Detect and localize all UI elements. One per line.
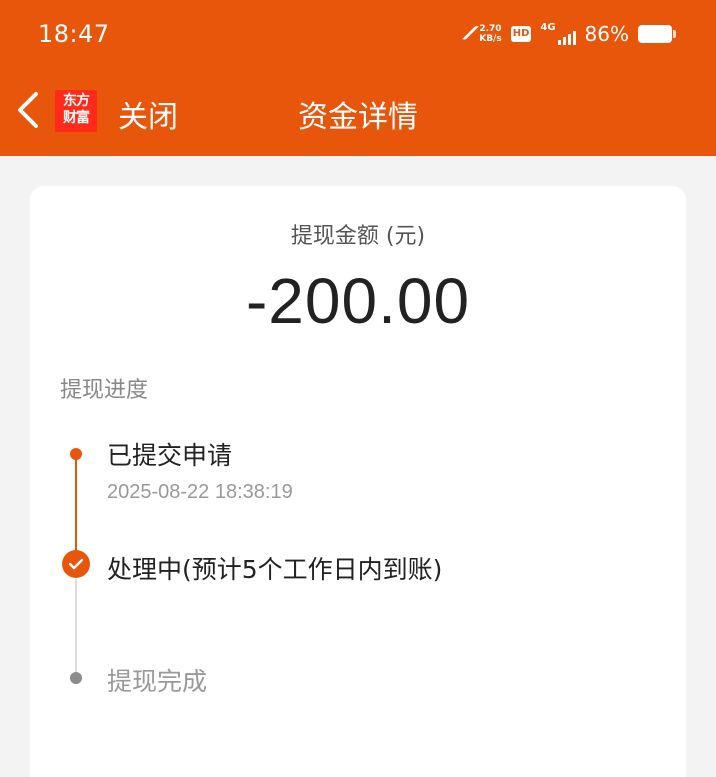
app-header: 18:47 ⁄⁄⁄ 2.70 KB/s HD 4G 86% 东方 财富 关闭 资… <box>0 0 716 156</box>
hd-icon: HD <box>510 26 532 42</box>
battery-percent: 86% <box>584 22 629 46</box>
status-icons: ⁄⁄⁄ 2.70 KB/s HD 4G 86% <box>465 20 676 48</box>
network-type: 4G <box>540 22 556 33</box>
step-complete-label: 提现完成 <box>107 667 208 696</box>
carrier-logo-icon: ⁄⁄⁄ <box>465 24 473 44</box>
network-speed-value: 2.70 <box>479 24 502 34</box>
step-complete-dot-icon <box>70 672 82 684</box>
status-bar: 18:47 ⁄⁄⁄ 2.70 KB/s HD 4G 86% <box>0 0 716 68</box>
timeline-line-pending <box>75 579 77 679</box>
step-submitted-time: 2025-08-22 18:38:19 <box>107 481 293 503</box>
amount-label: 提现金额 (元) <box>290 224 426 249</box>
step-submitted-label: 已提交申请 <box>107 441 233 470</box>
battery-icon <box>638 25 676 43</box>
signal-icon: 4G <box>540 22 576 45</box>
status-time: 18:47 <box>38 20 110 48</box>
network-speed: 2.70 KB/s <box>479 24 501 44</box>
step-processing-label: 处理中(预计5个工作日内到账) <box>107 555 443 584</box>
signal-bars-icon <box>557 31 576 45</box>
timeline-line-completed <box>75 454 77 564</box>
amount-value: -200.00 <box>245 265 471 337</box>
checkmark-icon <box>62 550 90 578</box>
step-submitted-dot-icon <box>70 448 82 460</box>
page-title: 资金详情 <box>298 100 418 135</box>
progress-title: 提现进度 <box>60 378 149 403</box>
withdrawal-detail-card: 提现金额 (元) -200.00 提现进度 已提交申请 2025-08-22 1… <box>30 186 686 777</box>
navigation-bar: 东方 财富 关闭 资金详情 <box>0 68 716 156</box>
network-speed-unit: KB/s <box>479 34 502 44</box>
